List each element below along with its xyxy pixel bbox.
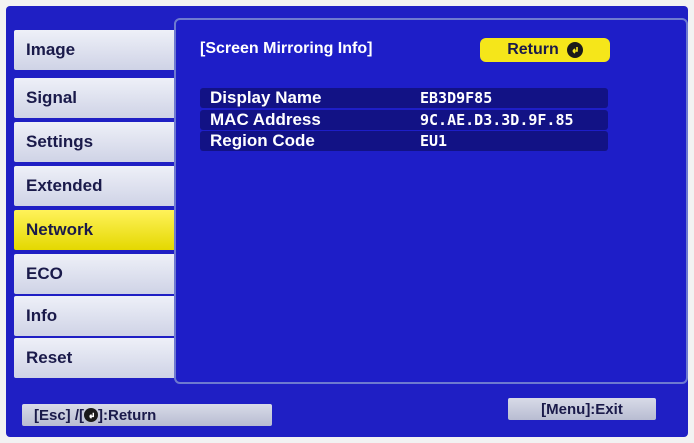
panel-title: [Screen Mirroring Info] [200, 40, 373, 57]
menu-item-image[interactable]: Image [14, 30, 184, 70]
menu-item-signal[interactable]: Signal [14, 78, 184, 118]
info-row-mac-address: MAC Address 9C.AE.D3.3D.9F.85 [200, 110, 608, 130]
return-button[interactable]: Return [480, 38, 610, 62]
menu-item-label: Image [26, 40, 76, 59]
enter-icon [566, 42, 583, 58]
info-label: Region Code [210, 131, 315, 150]
menu-item-extended[interactable]: Extended [14, 166, 184, 206]
menu-item-label: Network [26, 220, 94, 239]
menu-item-info[interactable]: Info [14, 296, 184, 336]
menu-item-reset[interactable]: Reset [14, 338, 184, 378]
menu-item-settings[interactable]: Settings [14, 122, 184, 162]
footer-left-suffix: ]:Return [98, 406, 157, 424]
info-label: MAC Address [210, 110, 321, 129]
menu-item-label: Signal [26, 88, 78, 107]
menu-item-label: ECO [26, 264, 63, 283]
menu-item-network[interactable]: Network [14, 210, 188, 250]
enter-icon [84, 408, 99, 422]
footer-menu-exit-hint: [Menu]:Exit [508, 398, 656, 420]
footer-esc-return-hint: [Esc] /[ ]:Return [22, 404, 272, 426]
footer-left-prefix: [Esc] /[ [34, 406, 85, 424]
menu-item-label: Info [26, 306, 58, 325]
menu-item-label: Reset [26, 348, 73, 367]
info-row-region-code: Region Code EU1 [200, 131, 608, 151]
footer-right-label: [Menu]:Exit [541, 400, 623, 418]
info-value: EB3D9F85 [420, 89, 493, 107]
menu-item-label: Settings [26, 132, 94, 151]
return-button-label: Return [507, 41, 559, 58]
menu-item-eco[interactable]: ECO [14, 254, 184, 294]
content-panel [174, 18, 688, 384]
info-value: 9C.AE.D3.3D.9F.85 [420, 111, 574, 129]
menu-item-label: Extended [26, 176, 103, 195]
info-label: Display Name [210, 88, 322, 107]
info-value: EU1 [420, 132, 448, 150]
info-row-display-name: Display Name EB3D9F85 [200, 88, 608, 108]
